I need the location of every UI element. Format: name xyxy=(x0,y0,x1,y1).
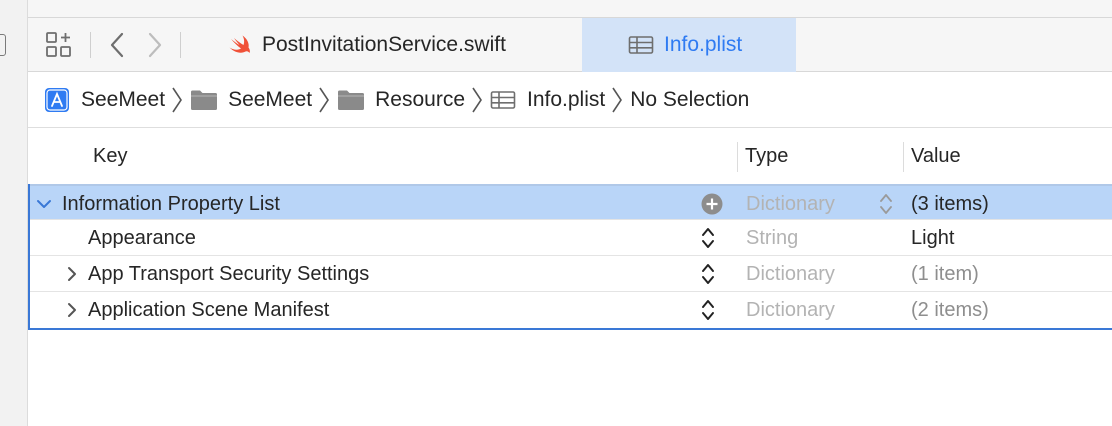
forward-button[interactable] xyxy=(142,18,168,72)
row-type[interactable]: Dictionary xyxy=(746,292,835,328)
chevron-left-icon xyxy=(110,32,124,58)
plus-circle-icon xyxy=(701,193,723,215)
disclosure-collapsed-icon[interactable] xyxy=(62,256,82,292)
breadcrumb-label: Resource xyxy=(375,87,466,111)
breadcrumb: SeeMeet SeeMeet Resource Info.plist No S… xyxy=(28,72,1112,128)
toolbar-separator xyxy=(90,32,91,58)
breadcrumb-separator-icon xyxy=(318,86,330,114)
column-divider[interactable] xyxy=(903,142,904,172)
table-row[interactable]: Information Property List Dictionary (3 … xyxy=(30,184,1112,220)
property-list-table: Key Type Value Information Property List… xyxy=(28,128,1112,330)
tab-label: Info.plist xyxy=(664,33,743,56)
row-type[interactable]: Dictionary xyxy=(746,186,835,222)
updown-chevron-icon xyxy=(702,300,714,320)
back-button[interactable] xyxy=(104,18,130,72)
tab-label: PostInvitationService.swift xyxy=(262,33,506,56)
column-header-type[interactable]: Type xyxy=(745,128,788,184)
window-title-strip xyxy=(28,0,1112,18)
breadcrumb-label: SeeMeet xyxy=(228,87,313,111)
table-row[interactable]: Application Scene Manifest Dictionary (2… xyxy=(30,292,1112,328)
grid-icon xyxy=(46,32,71,57)
row-value[interactable]: (1 item) xyxy=(911,256,979,292)
breadcrumb-no-selection[interactable]: No Selection xyxy=(630,88,749,112)
swift-icon xyxy=(229,35,250,53)
breadcrumb-separator-icon xyxy=(171,86,183,114)
updown-chevron-icon xyxy=(880,194,892,214)
folder-icon xyxy=(338,90,365,110)
editor-tab-bar: PostInvitationService.swift Info.plist xyxy=(28,18,1112,72)
row-key[interactable]: App Transport Security Settings xyxy=(88,256,369,292)
row-key[interactable]: Appearance xyxy=(88,220,196,256)
tab-info-plist[interactable]: Info.plist xyxy=(582,18,796,72)
type-popup-stepper[interactable] xyxy=(700,220,716,256)
folder-icon xyxy=(191,90,218,110)
row-value[interactable]: (2 items) xyxy=(911,292,989,328)
xcode-project-icon xyxy=(45,87,69,112)
row-type[interactable]: Dictionary xyxy=(746,256,835,292)
breadcrumb-label: SeeMeet xyxy=(81,87,166,111)
breadcrumb-label: No Selection xyxy=(630,87,750,111)
row-type[interactable]: String xyxy=(746,220,798,256)
plist-table-icon xyxy=(628,36,654,54)
breadcrumb-separator-icon xyxy=(471,86,483,114)
updown-chevron-icon xyxy=(702,228,714,248)
breadcrumb-label: Info.plist xyxy=(527,87,606,111)
row-key[interactable]: Application Scene Manifest xyxy=(88,292,329,328)
table-header: Key Type Value xyxy=(28,128,1112,184)
breadcrumb-group-resource[interactable]: Resource xyxy=(337,88,465,112)
plist-table-icon xyxy=(490,90,516,109)
column-header-value[interactable]: Value xyxy=(911,128,961,184)
add-item-button[interactable] xyxy=(700,186,724,222)
breadcrumb-project[interactable]: SeeMeet xyxy=(44,87,165,113)
table-body: Information Property List Dictionary (3 … xyxy=(28,184,1112,330)
updown-chevron-icon xyxy=(702,264,714,284)
breadcrumb-group-seemeet[interactable]: SeeMeet xyxy=(190,88,312,112)
type-popup-stepper[interactable] xyxy=(700,256,716,292)
breadcrumb-separator-icon xyxy=(611,86,623,114)
disclosure-expanded-icon[interactable] xyxy=(34,186,54,222)
row-value[interactable]: Light xyxy=(911,220,954,256)
type-popup-stepper[interactable] xyxy=(878,186,894,222)
row-value[interactable]: (3 items) xyxy=(911,186,989,222)
toolbar-separator xyxy=(180,32,181,58)
panel-toggle-icon[interactable] xyxy=(0,34,6,56)
tab-post-invitation-service[interactable]: PostInvitationService.swift xyxy=(200,18,582,72)
table-row[interactable]: App Transport Security Settings Dictiona… xyxy=(30,256,1112,292)
disclosure-collapsed-icon[interactable] xyxy=(62,292,82,328)
type-popup-stepper[interactable] xyxy=(700,292,716,328)
breadcrumb-file-info-plist[interactable]: Info.plist xyxy=(490,88,605,112)
table-row[interactable]: Appearance String Light xyxy=(30,220,1112,256)
related-items-button[interactable] xyxy=(40,18,78,72)
chevron-right-icon xyxy=(148,32,162,58)
column-divider[interactable] xyxy=(737,142,738,172)
column-header-key[interactable]: Key xyxy=(93,128,127,184)
row-key[interactable]: Information Property List xyxy=(62,186,280,222)
left-gutter xyxy=(0,0,28,426)
